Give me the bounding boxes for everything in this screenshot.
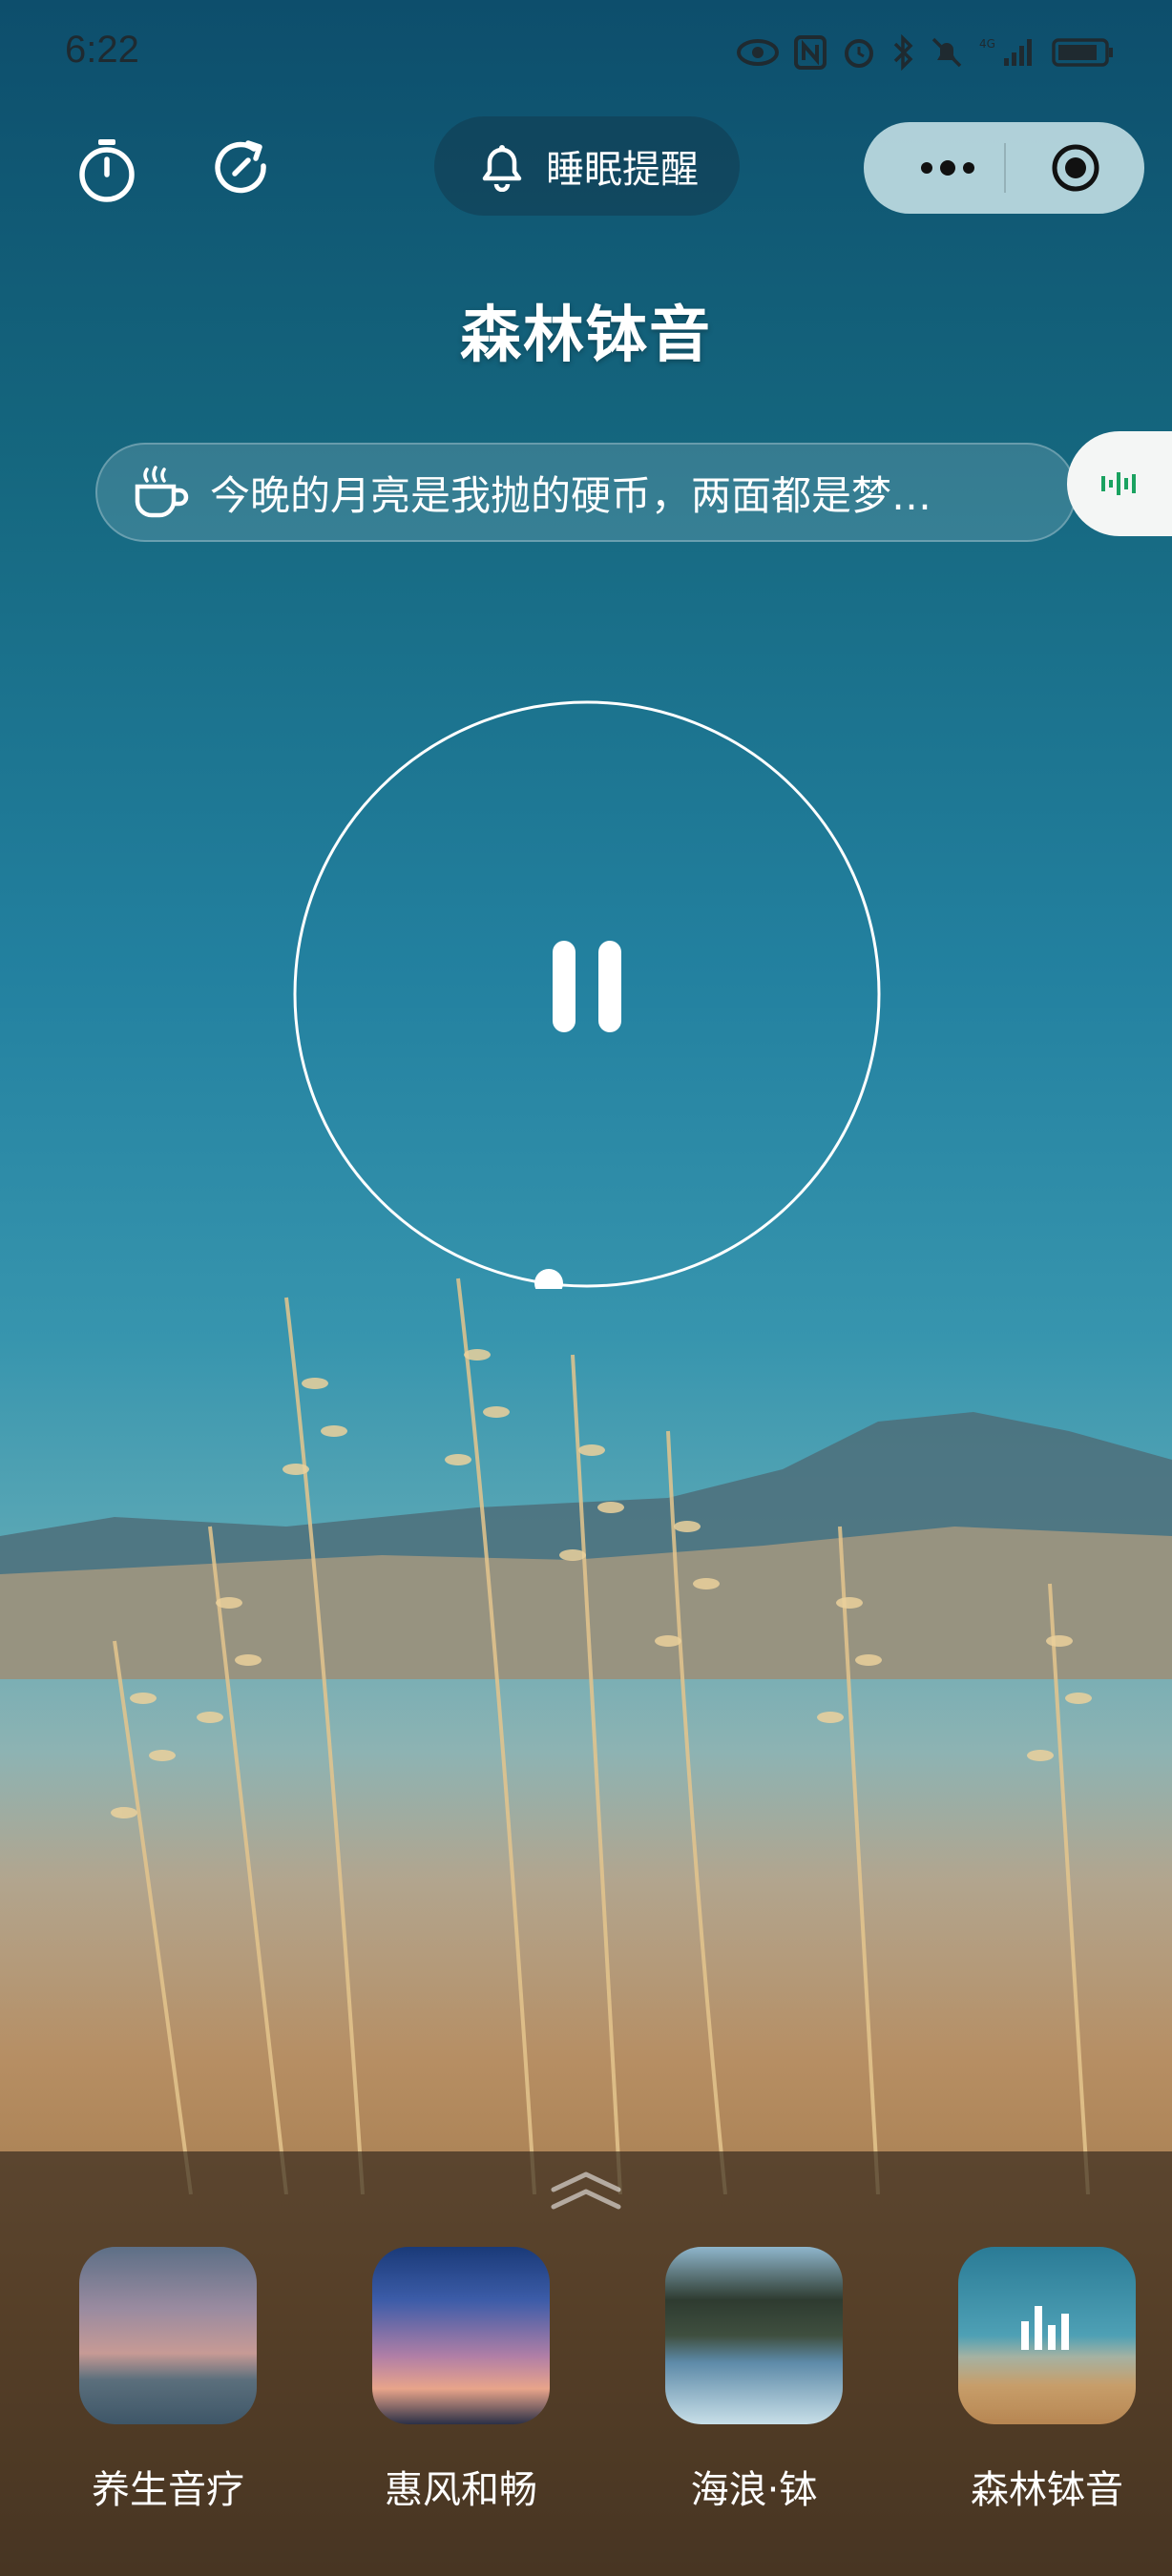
battery-icon [1052, 35, 1115, 73]
sleep-reminder-button[interactable]: 睡眠提醒 [434, 116, 740, 216]
background-grass [111, 1278, 1092, 2194]
scene-item[interactable]: 惠风和畅 [372, 2247, 550, 2514]
app-screen: 6:22 4G 睡眠提醒 森林钵音 今晚的月亮是我抛的硬币，两面都是梦… 养生音… [0, 0, 1172, 2576]
more-button[interactable] [900, 122, 995, 214]
quote-bar[interactable]: 今晚的月亮是我抛的硬币，两面都是梦… [95, 443, 1077, 542]
coffee-cup-icon [135, 466, 189, 518]
scene-item[interactable]: 海浪·钵 [665, 2247, 843, 2514]
refresh-icon [215, 140, 266, 194]
target-icon[interactable] [1051, 143, 1100, 193]
scene-panel: 养生音疗 惠风和畅 海浪·钵 森林钵音 [0, 2151, 1172, 2576]
progress-knob[interactable] [534, 1269, 563, 1289]
scene-label: 养生音疗 [92, 2468, 244, 2512]
status-bar: 6:22 4G [0, 0, 1172, 114]
scene-item-active[interactable]: 森林钵音 [958, 2247, 1136, 2514]
network-label: 4G [979, 37, 995, 51]
mini-program-capsule [864, 122, 1144, 214]
scene-item[interactable]: 养生音疗 [79, 2247, 257, 2514]
status-icons: 4G [737, 33, 1115, 74]
sleep-reminder-label: 睡眠提醒 [546, 148, 699, 192]
nfc-icon [794, 35, 827, 73]
eye-icon [737, 38, 779, 71]
mute-bell-icon [930, 35, 964, 73]
page-title: 森林钵音 [460, 301, 712, 371]
bell-icon [482, 145, 522, 192]
scene-thumbnail [372, 2247, 550, 2424]
refresh-button[interactable] [204, 132, 281, 208]
now-playing-icon [1021, 2306, 1069, 2350]
status-time: 6:22 [65, 29, 139, 71]
capsule-divider [1004, 143, 1006, 193]
pause-icon[interactable] [549, 939, 625, 1034]
scene-thumbnail [665, 2247, 843, 2424]
alarm-icon [842, 35, 876, 73]
quote-text: 今晚的月亮是我抛的硬币，两面都是梦… [210, 471, 932, 519]
sound-wave-tab[interactable] [1067, 431, 1172, 536]
timer-icon [79, 139, 135, 202]
scene-thumbnail [958, 2247, 1136, 2424]
bluetooth-icon [891, 33, 914, 74]
timer-button[interactable] [69, 132, 145, 208]
signal-icon: 4G [979, 35, 1036, 73]
sound-wave-icon [1101, 472, 1136, 495]
chevron-up-icon[interactable] [548, 2169, 624, 2216]
scene-label: 海浪·钵 [690, 2468, 818, 2512]
scene-label: 森林钵音 [971, 2468, 1123, 2512]
scene-label: 惠风和畅 [385, 2468, 537, 2512]
scene-thumbnail [79, 2247, 257, 2424]
